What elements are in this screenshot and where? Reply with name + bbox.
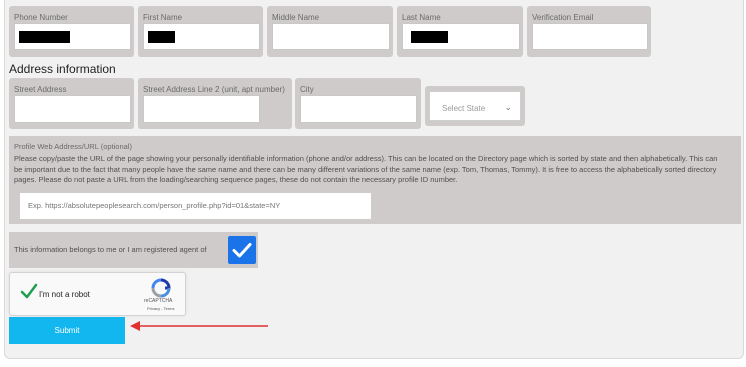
- recaptcha-widget: I'm not a robot reCAPTCHA Privacy - Term…: [9, 272, 186, 316]
- red-arrow-annotation: [130, 321, 268, 331]
- consent-checkbox[interactable]: [228, 236, 256, 264]
- first-name-label: First Name: [143, 13, 183, 22]
- chevron-down-icon: ⌄: [504, 102, 512, 112]
- state-select[interactable]: Select State ⌄: [429, 91, 521, 121]
- last-name-input[interactable]: [402, 23, 520, 50]
- recaptcha-checkmark-icon[interactable]: [20, 282, 38, 300]
- last-name-group: Last Name: [397, 6, 523, 57]
- profile-url-description: Please copy/paste the URL of the page sh…: [14, 154, 718, 184]
- profile-url-group: Profile Web Address/URL (optional) Pleas…: [9, 136, 741, 224]
- state-select-value: Select State: [442, 104, 486, 113]
- street-address-label: Street Address: [14, 85, 67, 94]
- submit-button[interactable]: Submit: [9, 317, 125, 344]
- city-group: City: [295, 78, 421, 129]
- consent-label: This information belongs to me or I am r…: [14, 245, 207, 254]
- city-input[interactable]: [300, 95, 417, 123]
- redaction-bar: [19, 31, 70, 43]
- middle-name-label: Middle Name: [272, 13, 320, 22]
- state-group: Select State ⌄: [425, 86, 525, 126]
- verification-email-label: Verification Email: [532, 13, 594, 22]
- middle-name-group: Middle Name: [267, 6, 393, 57]
- last-name-label: Last Name: [402, 13, 441, 22]
- street-address-2-input[interactable]: [143, 95, 260, 123]
- street-address-group: Street Address: [9, 78, 134, 129]
- verification-email-group: Verification Email: [527, 6, 651, 57]
- street-address-input[interactable]: [14, 95, 131, 123]
- first-name-group: First Name: [138, 6, 263, 57]
- recaptcha-brand: reCAPTCHA: [144, 298, 173, 304]
- redaction-bar: [148, 31, 175, 43]
- city-label: City: [300, 85, 314, 94]
- first-name-input[interactable]: [143, 23, 260, 50]
- phone-number-group: Phone Number: [9, 6, 134, 57]
- recaptcha-logo-icon: [151, 278, 171, 298]
- checkmark-icon: [232, 243, 252, 258]
- profile-url-input[interactable]: [20, 193, 371, 219]
- redaction-bar: [411, 31, 448, 43]
- consent-group: This information belongs to me or I am r…: [9, 232, 258, 268]
- verification-email-input[interactable]: [532, 23, 648, 50]
- phone-number-label: Phone Number: [14, 13, 68, 22]
- recaptcha-terms-link[interactable]: Privacy - Terms: [147, 306, 174, 311]
- street-address-2-label: Street Address Line 2 (unit, apt number): [143, 85, 285, 94]
- address-section-heading: Address information: [9, 62, 116, 76]
- street-address-2-group: Street Address Line 2 (unit, apt number): [138, 78, 292, 129]
- recaptcha-label: I'm not a robot: [39, 290, 90, 299]
- middle-name-input[interactable]: [272, 23, 390, 50]
- profile-url-label: Profile Web Address/URL (optional): [14, 142, 132, 151]
- phone-number-input[interactable]: [14, 23, 131, 50]
